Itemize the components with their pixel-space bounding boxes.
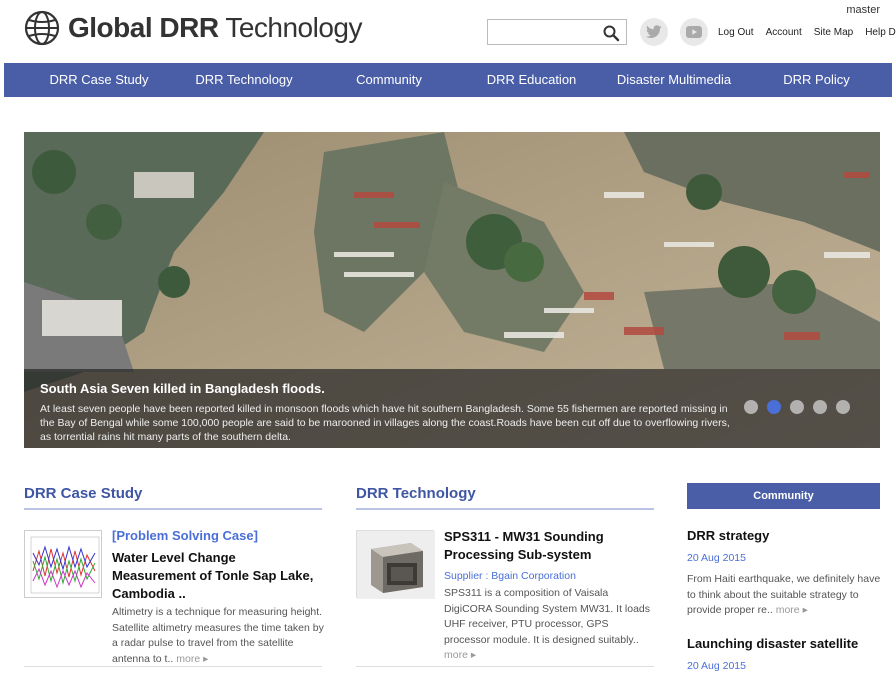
case-study-heading[interactable]: DRR Case Study bbox=[24, 485, 142, 502]
technology-title[interactable]: SPS311 - MW31 Sounding Processing Sub-sy… bbox=[444, 528, 654, 564]
community-item-date-2: 20 Aug 2015 bbox=[687, 660, 746, 672]
help-desk-link[interactable]: Help Desk bbox=[865, 27, 896, 38]
utility-links: Log Out Account Site Map Help Desk bbox=[718, 27, 896, 38]
hero-title[interactable]: South Asia Seven killed in Bangladesh fl… bbox=[40, 381, 864, 396]
technology-desc-text: SPS311 is a composition of Vaisala DigiC… bbox=[444, 587, 651, 646]
search-input[interactable] bbox=[492, 21, 602, 43]
account-link[interactable]: Account bbox=[766, 27, 802, 38]
technology-more-link[interactable]: more ▸ bbox=[444, 649, 476, 661]
slider-dot-5[interactable] bbox=[836, 400, 850, 414]
hero-slider[interactable]: South Asia Seven killed in Bangladesh fl… bbox=[24, 132, 880, 448]
youtube-icon bbox=[686, 26, 702, 38]
nav-item-drr-technology[interactable]: DRR Technology bbox=[194, 63, 294, 97]
site-logo[interactable]: Global DRR Technology bbox=[24, 10, 363, 46]
technology-supplier: Supplier : Bgain Corporation bbox=[444, 570, 576, 582]
twitter-button[interactable] bbox=[640, 18, 668, 46]
youtube-button[interactable] bbox=[680, 18, 708, 46]
search-box bbox=[487, 19, 627, 45]
globe-icon bbox=[24, 10, 60, 46]
technology-bottom-divider bbox=[356, 666, 654, 667]
equipment-image bbox=[357, 531, 435, 599]
nav-item-drr-education[interactable]: DRR Education bbox=[484, 63, 579, 97]
nav-item-drr-case-study[interactable]: DRR Case Study bbox=[4, 63, 194, 97]
twitter-icon bbox=[646, 25, 662, 38]
nav-item-drr-policy[interactable]: DRR Policy bbox=[769, 63, 864, 97]
search-icon[interactable] bbox=[602, 24, 620, 42]
site-logo-text: Global DRR Technology bbox=[68, 12, 363, 43]
technology-heading[interactable]: DRR Technology bbox=[356, 485, 476, 502]
case-study-description: Altimetry is a technique for measuring h… bbox=[112, 605, 324, 667]
water-level-chart-image bbox=[25, 531, 101, 597]
community-heading[interactable]: Community bbox=[687, 483, 880, 509]
slider-dot-2[interactable] bbox=[767, 400, 781, 414]
logout-link[interactable]: Log Out bbox=[718, 27, 754, 38]
nav-item-community[interactable]: Community bbox=[294, 63, 484, 97]
slider-dot-4[interactable] bbox=[813, 400, 827, 414]
case-study-divider bbox=[24, 508, 322, 510]
case-study-more-link[interactable]: more ▸ bbox=[176, 653, 208, 665]
community-item-date: 20 Aug 2015 bbox=[687, 552, 746, 564]
site-map-link[interactable]: Site Map bbox=[814, 27, 853, 38]
case-study-bottom-divider bbox=[24, 666, 322, 667]
hero-text: At least seven people have been reported… bbox=[40, 403, 730, 443]
nav-item-disaster-multimedia[interactable]: Disaster Multimedia bbox=[579, 63, 769, 97]
main-nav: DRR Case Study DRR Technology Community … bbox=[4, 63, 892, 97]
community-more-link[interactable]: more ▸ bbox=[776, 604, 808, 616]
case-study-desc-text: Altimetry is a technique for measuring h… bbox=[112, 606, 324, 665]
slider-dots bbox=[744, 400, 850, 414]
slider-dot-3[interactable] bbox=[790, 400, 804, 414]
technology-thumbnail[interactable] bbox=[356, 530, 435, 599]
case-study-title[interactable]: Water Level Change Measurement of Tonle … bbox=[112, 549, 322, 603]
community-item-title[interactable]: DRR strategy bbox=[687, 528, 769, 543]
community-item-description: From Haiti earthquake, we definitely hav… bbox=[687, 572, 882, 619]
user-name: master bbox=[846, 4, 880, 16]
community-item-title-2[interactable]: Launching disaster satellite bbox=[687, 636, 858, 651]
technology-description: SPS311 is a composition of Vaisala DigiC… bbox=[444, 586, 656, 664]
technology-divider bbox=[356, 508, 654, 510]
case-study-thumbnail[interactable] bbox=[24, 530, 102, 598]
slider-dot-1[interactable] bbox=[744, 400, 758, 414]
site-header: Global DRR Technology master Log Out Acc… bbox=[0, 0, 896, 62]
case-study-tag: [Problem Solving Case] bbox=[112, 528, 258, 543]
